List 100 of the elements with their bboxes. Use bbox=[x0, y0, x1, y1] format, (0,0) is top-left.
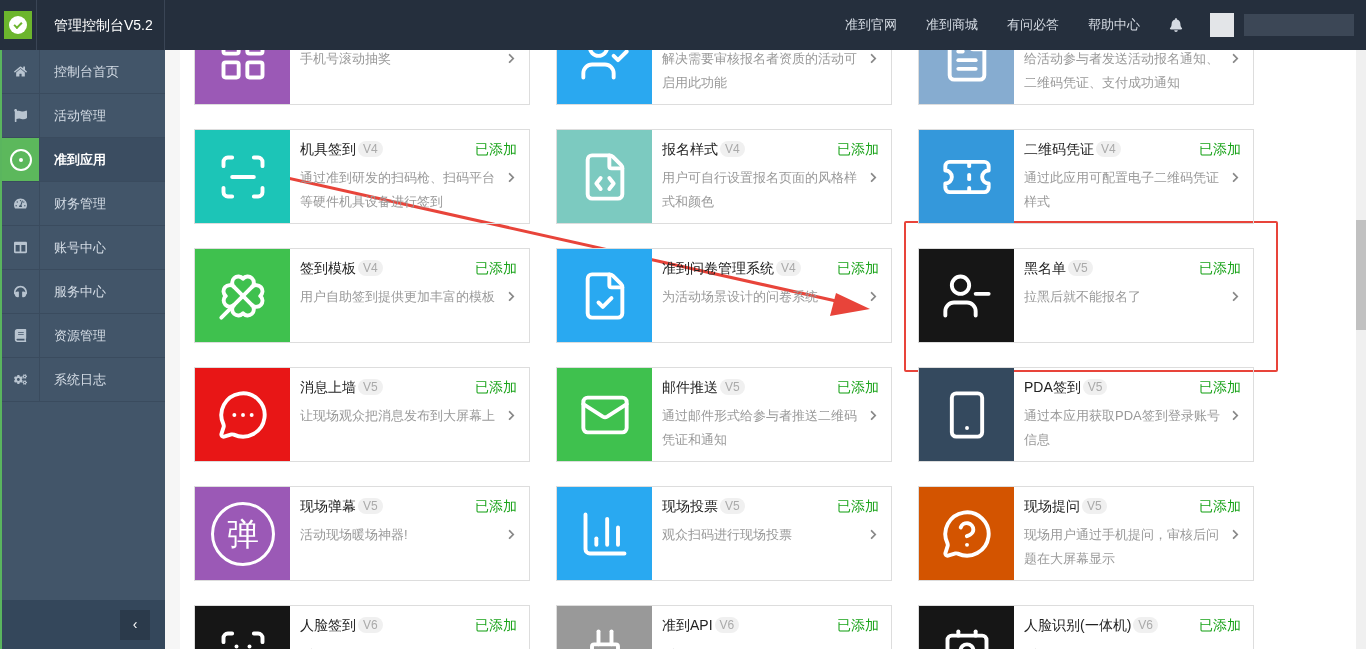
menu-icon bbox=[8, 147, 33, 172]
added-status: 已添加 bbox=[837, 258, 879, 278]
menu-icon bbox=[14, 241, 27, 254]
app-description: 通过此应用可配置电子二维码凭证样式 bbox=[1024, 169, 1220, 211]
chevron-right-icon bbox=[506, 410, 517, 421]
glyph-icon: 弹 bbox=[210, 501, 275, 566]
app-card[interactable]: 现场投票 V5 已添加 观众扫码进行现场投票 bbox=[556, 486, 892, 581]
chat-bubble-icon bbox=[216, 388, 269, 441]
app-description: 解决需要审核报名者资质的活动可启用此功能 bbox=[662, 50, 858, 92]
app-title: 准到API bbox=[662, 615, 713, 635]
user-avatar-placeholder[interactable] bbox=[1210, 13, 1234, 37]
version-badge: V4 bbox=[1096, 141, 1121, 157]
chevron-right-icon bbox=[868, 410, 879, 421]
app-card[interactable]: 邮件推送 V5 已添加 通过邮件形式给参与者推送二维码凭证和通知 bbox=[556, 367, 892, 462]
app-title: 现场提问 bbox=[1024, 496, 1080, 516]
sidebar-item[interactable]: 财务管理 bbox=[2, 182, 165, 226]
version-badge: V5 bbox=[720, 379, 745, 395]
app-card[interactable]: 现场提问 V5 已添加 现场用户通过手机提问，审核后问题在大屏幕显示 bbox=[918, 486, 1254, 581]
app-description: 通过本应用获取PDA签到登录账号信息 bbox=[1024, 407, 1221, 449]
sidebar-item[interactable]: 准到应用 bbox=[2, 138, 165, 182]
sidebar-item[interactable]: 资源管理 bbox=[2, 314, 165, 358]
app-title: 现场投票 bbox=[662, 496, 718, 516]
menu-icon bbox=[14, 109, 27, 122]
chevron-right-icon bbox=[1230, 53, 1241, 64]
app-card[interactable]: 报名样式 V4 已添加 用户可自行设置报名页面的风格样式和颜色 bbox=[556, 129, 892, 224]
version-badge: V6 bbox=[714, 617, 740, 633]
app-description: 让现场观众把消息发布到大屏幕上 bbox=[300, 407, 496, 425]
sidebar-label: 服务中心 bbox=[54, 282, 106, 301]
chevron-right-icon bbox=[506, 53, 517, 64]
chevron-right-icon bbox=[506, 291, 517, 302]
version-badge: V4 bbox=[358, 141, 383, 157]
sidebar-item[interactable]: 控制台首页 bbox=[2, 50, 165, 94]
version-badge: V4 bbox=[358, 260, 383, 276]
app-title: 邮件推送 bbox=[662, 377, 718, 397]
nav-link[interactable]: 帮助中心 bbox=[1088, 15, 1140, 35]
chevron-right-icon bbox=[868, 53, 879, 64]
app-title: 签到模板 bbox=[300, 258, 356, 278]
app-card[interactable]: 黑名单 V5 已添加 拉黑后就不能报名了 bbox=[918, 248, 1254, 343]
menu-icon bbox=[14, 285, 27, 298]
added-status: 已添加 bbox=[1199, 615, 1241, 635]
app-card[interactable]: 弹 现场弹幕 V5 已添加 活动现场暖场神器! bbox=[194, 486, 530, 581]
version-badge: V5 bbox=[358, 498, 383, 514]
app-title: 机具签到 bbox=[300, 139, 356, 159]
version-badge: V5 bbox=[720, 498, 745, 514]
scrollbar-thumb[interactable] bbox=[1356, 220, 1366, 330]
menu-icon bbox=[14, 329, 27, 342]
sidebar-item[interactable]: 服务中心 bbox=[2, 270, 165, 314]
app-title: 黑名单 bbox=[1024, 258, 1066, 278]
added-status: 已添加 bbox=[1199, 496, 1241, 516]
sidebar-label: 财务管理 bbox=[54, 194, 106, 213]
sidebar-item[interactable]: 系统日志 bbox=[2, 358, 165, 402]
console-title: 管理控制台V5.2 bbox=[54, 15, 153, 35]
version-badge: V4 bbox=[776, 260, 801, 276]
app-description: 活动现场暖场神器! bbox=[300, 526, 409, 544]
app-card[interactable]: 签到模板 V4 已添加 用户自助签到提供更加丰富的模板 bbox=[194, 248, 530, 343]
sidebar-label: 控制台首页 bbox=[54, 62, 119, 81]
added-status: 已添加 bbox=[475, 258, 517, 278]
sidebar-label: 资源管理 bbox=[54, 326, 106, 345]
chevron-right-icon bbox=[868, 291, 879, 302]
app-card[interactable]: 人脸签到 V6 已添加 bbox=[194, 605, 530, 649]
menu-icon bbox=[14, 197, 27, 210]
version-badge: V6 bbox=[1133, 617, 1158, 633]
sidebar-label: 活动管理 bbox=[54, 106, 106, 125]
chevron-right-icon bbox=[506, 172, 517, 183]
bell-icon[interactable] bbox=[1169, 18, 1183, 32]
chevron-right-icon bbox=[506, 529, 517, 540]
app-description: 给活动参与者发送活动报名通知、二维码凭证、支付成功通知 bbox=[1024, 50, 1220, 92]
app-title: 消息上墙 bbox=[300, 377, 356, 397]
chevron-right-icon bbox=[1230, 172, 1241, 183]
nav-link[interactable]: 准到商城 bbox=[926, 15, 978, 35]
app-card[interactable]: 二维码凭证 V4 已添加 通过此应用可配置电子二维码凭证样式 bbox=[918, 129, 1254, 224]
version-badge: V5 bbox=[1068, 260, 1093, 276]
nav-link[interactable]: 有问必答 bbox=[1007, 15, 1059, 35]
chevron-right-icon bbox=[1230, 529, 1241, 540]
added-status: 已添加 bbox=[837, 377, 879, 397]
username-placeholder[interactable] bbox=[1244, 14, 1354, 36]
question-bubble-icon bbox=[940, 507, 993, 560]
app-card[interactable]: 准到API V6 已添加 bbox=[556, 605, 892, 649]
version-badge: V5 bbox=[1082, 498, 1107, 514]
sidebar-label: 准到应用 bbox=[54, 150, 106, 169]
sidebar-item[interactable]: 账号中心 bbox=[2, 226, 165, 270]
added-status: 已添加 bbox=[1199, 377, 1241, 397]
menu-icon bbox=[14, 373, 27, 386]
collapse-button[interactable]: ‹ bbox=[120, 609, 150, 640]
menu-icon bbox=[14, 65, 27, 78]
sidebar-label: 系统日志 bbox=[54, 370, 106, 389]
nav-link[interactable]: 准到官网 bbox=[845, 15, 897, 35]
app-card[interactable]: PDA签到 V5 已添加 通过本应用获取PDA签到登录账号信息 bbox=[918, 367, 1254, 462]
app-description: 现场用户通过手机提问，审核后问题在大屏幕显示 bbox=[1024, 526, 1220, 568]
app-description: 用户自助签到提供更加丰富的模板 bbox=[300, 288, 496, 306]
app-description: 用户可自行设置报名页面的风格样式和颜色 bbox=[662, 169, 858, 211]
version-badge: V4 bbox=[720, 141, 745, 157]
added-status: 已添加 bbox=[1199, 139, 1241, 159]
version-badge: V6 bbox=[358, 617, 383, 633]
added-status: 已添加 bbox=[837, 139, 879, 159]
app-card[interactable]: 消息上墙 V5 已添加 让现场观众把消息发布到大屏幕上 bbox=[194, 367, 530, 462]
app-card[interactable]: 人脸识别(一体机) V6 已添加 bbox=[918, 605, 1254, 649]
app-description: 通过邮件形式给参与者推送二维码凭证和通知 bbox=[662, 407, 858, 449]
app-description: 观众扫码进行现场投票 bbox=[662, 526, 793, 544]
app-title: 人脸签到 bbox=[300, 615, 356, 635]
